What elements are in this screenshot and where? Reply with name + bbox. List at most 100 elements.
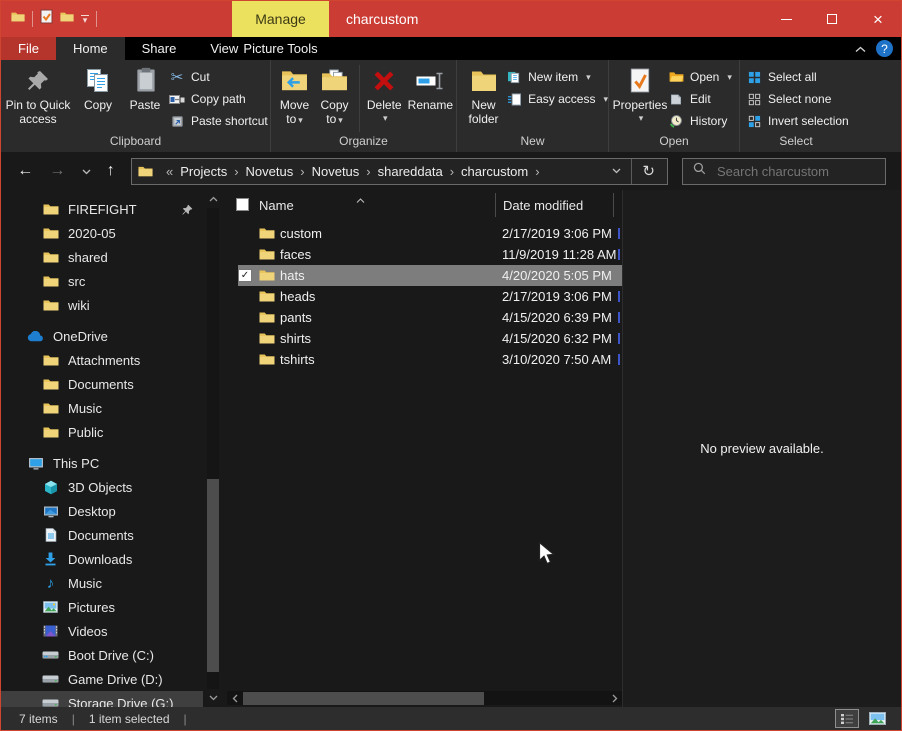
- edit-button[interactable]: Edit: [668, 88, 732, 110]
- breadcrumb-item[interactable]: Novetus ›: [246, 164, 312, 179]
- move-to-button[interactable]: Move to▾: [275, 63, 314, 128]
- tab-picture-tools[interactable]: Picture Tools: [232, 37, 329, 60]
- scrollbar-thumb[interactable]: [243, 692, 484, 705]
- history-button[interactable]: History: [668, 110, 732, 132]
- file-row[interactable]: ✓ custom 2/17/2019 3:06 PM: [238, 223, 622, 244]
- properties-button[interactable]: Properties ▾: [612, 63, 668, 124]
- sidebar-item[interactable]: OneDrive: [1, 324, 203, 348]
- sidebar-item[interactable]: shared: [1, 245, 203, 269]
- explorer-window: ▾ Manage charcustom × File Home Share Vi…: [0, 0, 902, 731]
- breadcrumb-item[interactable]: Novetus ›: [312, 164, 378, 179]
- sidebar-item[interactable]: Attachments: [1, 348, 203, 372]
- paste-button[interactable]: Paste: [121, 63, 169, 114]
- sidebar-item[interactable]: wiki: [1, 293, 203, 317]
- recent-locations-icon[interactable]: [82, 162, 91, 180]
- invert-selection-button[interactable]: Invert selection: [746, 110, 849, 132]
- column-header-date-modified[interactable]: Date modified: [503, 198, 583, 213]
- sidebar-item[interactable]: Desktop: [1, 499, 203, 523]
- sidebar-item[interactable]: This PC: [1, 451, 203, 475]
- open-button[interactable]: Open ▾: [668, 66, 732, 88]
- manage-contextual-tab[interactable]: Manage: [232, 1, 329, 37]
- new-folder-button[interactable]: New folder: [465, 63, 502, 128]
- details-view-button[interactable]: [835, 709, 859, 728]
- breadcrumb-separator-icon[interactable]: ›: [293, 164, 311, 179]
- folder-icon: [258, 248, 275, 261]
- breadcrumb-item[interactable]: shareddata ›: [378, 164, 461, 179]
- sidebar-item[interactable]: Documents: [1, 523, 203, 547]
- horizontal-scrollbar[interactable]: [227, 691, 622, 705]
- search-input[interactable]: [715, 163, 865, 180]
- drive-os-icon: [42, 650, 59, 660]
- scroll-up-icon[interactable]: [206, 192, 220, 206]
- breadcrumb-separator-icon[interactable]: ›: [227, 164, 245, 179]
- breadcrumb-item[interactable]: Projects ›: [180, 164, 245, 179]
- file-row[interactable]: ✓ faces 11/9/2019 11:28 AM: [238, 244, 622, 265]
- select-all-button[interactable]: Select all: [746, 66, 849, 88]
- pin-to-quick-access-button[interactable]: Pin to Quick access: [1, 63, 75, 128]
- file-row[interactable]: ✓ heads 2/17/2019 3:06 PM: [238, 286, 622, 307]
- folder-icon[interactable]: [11, 10, 25, 28]
- file-row[interactable]: ✓ hats 4/20/2020 5:05 PM: [238, 265, 622, 286]
- copy-to-button[interactable]: Copy to▾: [314, 63, 355, 128]
- select-none-button[interactable]: Select none: [746, 88, 849, 110]
- sidebar-item[interactable]: Boot Drive (C:): [1, 643, 203, 667]
- up-button[interactable]: ↑: [107, 162, 115, 180]
- address-dropdown-icon[interactable]: [602, 159, 631, 184]
- collapse-ribbon-icon[interactable]: [855, 40, 866, 58]
- column-header-name[interactable]: Name: [259, 198, 294, 213]
- sidebar-item[interactable]: 2020-05: [1, 221, 203, 245]
- row-checkbox[interactable]: ✓: [238, 269, 252, 282]
- thumbnail-view-button[interactable]: [865, 709, 889, 728]
- scroll-down-icon[interactable]: [206, 691, 220, 705]
- sidebar-item[interactable]: ♪ Music: [1, 571, 203, 595]
- breadcrumb-separator-icon[interactable]: ›: [443, 164, 461, 179]
- select-all-checkbox[interactable]: [236, 198, 249, 211]
- file-row[interactable]: ✓ shirts 4/15/2020 6:32 PM: [238, 328, 622, 349]
- sidebar-item[interactable]: src: [1, 269, 203, 293]
- scroll-right-icon[interactable]: [607, 691, 622, 705]
- breadcrumb-bar[interactable]: « Projects › Novetus › Novetus › sharedd…: [131, 158, 668, 185]
- scroll-left-icon[interactable]: [227, 691, 242, 705]
- customize-toolbar-icon[interactable]: ▾: [81, 15, 89, 23]
- file-row[interactable]: ✓ pants 4/15/2020 6:39 PM: [238, 307, 622, 328]
- breadcrumb-separator-icon[interactable]: ›: [528, 164, 546, 179]
- cut-button[interactable]: ✂ Cut: [169, 66, 268, 88]
- tab-home[interactable]: Home: [56, 37, 125, 60]
- minimize-button[interactable]: [763, 1, 809, 37]
- sidebar-item[interactable]: Videos: [1, 619, 203, 643]
- sidebar-item-label: wiki: [68, 298, 90, 313]
- paste-shortcut-button[interactable]: Paste shortcut: [169, 110, 268, 132]
- breadcrumb-item[interactable]: charcustom ›: [461, 164, 547, 179]
- breadcrumb-separator-icon[interactable]: ›: [359, 164, 377, 179]
- sidebar-item[interactable]: FIREFIGHT: [1, 197, 203, 221]
- sidebar-item[interactable]: Public: [1, 420, 203, 444]
- search-box[interactable]: [682, 158, 886, 185]
- sidebar-item[interactable]: Music: [1, 396, 203, 420]
- breadcrumb-overflow[interactable]: «: [159, 164, 180, 179]
- sidebar-item[interactable]: Downloads: [1, 547, 203, 571]
- tab-file[interactable]: File: [1, 37, 56, 60]
- sidebar-item[interactable]: Pictures: [1, 595, 203, 619]
- refresh-icon[interactable]: ↻: [631, 159, 665, 184]
- folder-icon[interactable]: [60, 10, 74, 28]
- sidebar-item[interactable]: Documents: [1, 372, 203, 396]
- sidebar-item[interactable]: Game Drive (D:): [1, 667, 203, 691]
- help-icon[interactable]: ?: [876, 40, 893, 57]
- back-button[interactable]: ←: [17, 162, 33, 180]
- maximize-button[interactable]: [809, 1, 855, 37]
- scrollbar-thumb[interactable]: [207, 479, 219, 672]
- copy-path-button[interactable]: Copy path: [169, 88, 268, 110]
- new-item-button[interactable]: New item ▾: [506, 66, 608, 88]
- copy-button[interactable]: Copy: [75, 63, 121, 114]
- close-button[interactable]: ×: [855, 1, 901, 37]
- delete-button[interactable]: Delete ▾: [364, 63, 405, 124]
- easy-access-button[interactable]: Easy access ▾: [506, 88, 608, 110]
- rename-button[interactable]: Rename: [405, 63, 456, 114]
- forward-button[interactable]: →: [49, 162, 65, 180]
- tab-share[interactable]: Share: [125, 37, 194, 60]
- sidebar-scrollbar[interactable]: [206, 192, 220, 705]
- file-row[interactable]: ✓ tshirts 3/10/2020 7:50 AM: [238, 349, 622, 370]
- sidebar-item[interactable]: 3D Objects: [1, 475, 203, 499]
- breadcrumb: Projects › Novetus › Novetus › shareddat…: [180, 164, 546, 179]
- properties-check-icon[interactable]: [40, 9, 53, 29]
